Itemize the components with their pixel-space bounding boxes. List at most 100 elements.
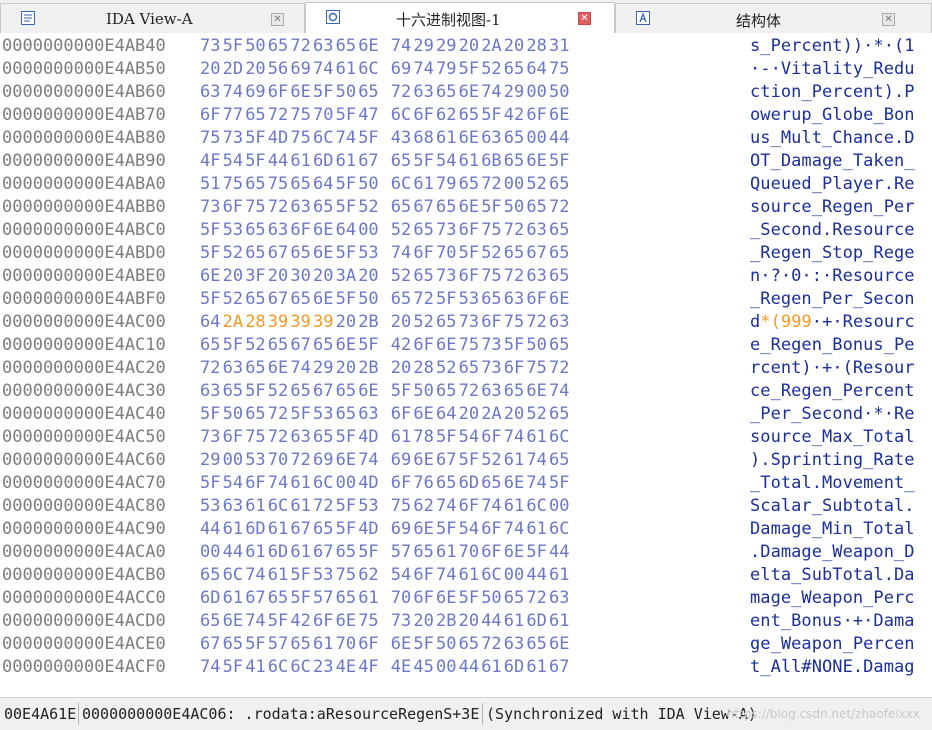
hex-byte[interactable]: 5F [336,173,356,196]
ascii-text[interactable]: d*(999·+·Resourc [750,311,915,334]
hex-byte[interactable]: 6D [268,541,288,564]
hex-byte[interactable]: 67 [268,288,288,311]
hex-byte[interactable]: 6F [268,81,288,104]
hex-byte[interactable]: 72 [268,196,288,219]
hex-byte[interactable]: 5F [358,127,378,150]
hex-byte[interactable]: 65 [268,334,288,357]
hex-byte[interactable]: 6F [481,426,501,449]
hex-byte[interactable]: 63 [504,288,524,311]
hex-view-panel[interactable]: 0000000000E4AB40 73 5F 50 65 72 63 65 6E 74 29 29 20… [0,33,932,697]
hex-byte[interactable]: 6C [290,656,310,679]
hex-byte[interactable]: 45 [413,656,433,679]
hex-byte[interactable]: 65 [504,380,524,403]
hex-byte[interactable]: 75 [223,173,243,196]
hex-byte[interactable]: 73 [436,265,456,288]
hex-byte[interactable]: 67 [290,518,310,541]
hex-byte[interactable]: 53 [358,242,378,265]
hex-byte[interactable]: 44 [459,656,479,679]
hex-byte[interactable]: 00 [526,81,546,104]
hex-byte[interactable]: 00 [436,656,456,679]
hex-byte[interactable]: 6C [223,564,243,587]
hex-byte[interactable]: 3A [336,265,356,288]
hex-byte[interactable]: 44 [268,150,288,173]
hex-byte[interactable]: 6E [526,150,546,173]
hex-byte[interactable]: 6C [526,495,546,518]
hex-byte[interactable]: 20 [459,610,479,633]
hex-byte[interactable]: 52 [358,196,378,219]
hex-byte[interactable]: 74 [358,449,378,472]
hex-byte[interactable]: 65 [481,472,501,495]
hex-byte[interactable]: 42 [504,104,524,127]
hex-byte[interactable]: 6F [200,104,220,127]
hex-byte[interactable]: 54 [459,426,479,449]
hex-byte[interactable]: 65 [459,104,479,127]
hex-byte[interactable]: 61 [268,564,288,587]
hex-byte[interactable]: 5F [223,334,243,357]
hex-byte[interactable]: 63 [200,380,220,403]
hex-byte[interactable]: 29 [504,81,524,104]
ascii-text[interactable]: Damage_Min_Total [750,518,915,541]
hex-byte[interactable]: 4D [358,472,378,495]
hex-byte[interactable]: 65 [290,380,310,403]
hex-byte[interactable]: 6E [459,81,479,104]
hex-byte[interactable]: 72 [391,81,411,104]
hex-byte[interactable]: 63 [358,403,378,426]
hex-byte[interactable]: 44 [549,541,569,564]
hex-byte[interactable]: 5F [549,150,569,173]
hex-byte[interactable]: 65 [223,633,243,656]
hex-byte[interactable]: 63 [223,495,243,518]
hex-byte[interactable]: 20 [504,35,524,58]
hex-byte[interactable]: 67 [549,656,569,679]
hex-byte[interactable]: 52 [268,380,288,403]
hex-byte[interactable]: 52 [526,403,546,426]
hex-byte[interactable]: 65 [459,173,479,196]
hex-byte[interactable]: 5F [268,610,288,633]
hex-byte[interactable]: 6D [313,150,333,173]
hex-byte[interactable]: 61 [526,518,546,541]
hex-byte[interactable]: 6E [413,403,433,426]
ascii-text[interactable]: elta_SubTotal.Da [750,564,915,587]
hex-byte[interactable]: 28 [526,35,546,58]
tab-hex-view-1[interactable]: 十六进制视图-1 ✕ [305,2,615,33]
hex-byte[interactable]: 6F [413,564,433,587]
hex-byte[interactable]: 63 [290,426,310,449]
hex-byte[interactable]: 75 [200,127,220,150]
hex-byte[interactable]: 72 [549,196,569,219]
hex-byte[interactable]: 54 [459,518,479,541]
hex-byte[interactable]: 6C [481,564,501,587]
hex-byte[interactable]: 53 [245,449,265,472]
ascii-text[interactable]: owerup_Globe_Bon [750,104,915,127]
hex-byte[interactable]: 52 [481,449,501,472]
hex-byte[interactable]: 63 [549,311,569,334]
hex-byte[interactable]: 6F [481,541,501,564]
ascii-text[interactable]: source_Regen_Per [750,196,915,219]
hex-byte[interactable]: 4D [358,518,378,541]
hex-byte[interactable]: 6D [459,472,479,495]
hex-byte[interactable]: 6E [413,449,433,472]
hex-byte[interactable]: 5F [245,127,265,150]
hex-byte[interactable]: 79 [436,58,456,81]
hex-byte[interactable]: 72 [504,219,524,242]
hex-byte[interactable]: 65 [313,426,333,449]
hex-byte[interactable]: 4E [391,656,411,679]
hex-byte[interactable]: 23 [313,656,333,679]
hex-byte[interactable]: 65 [268,35,288,58]
hex-byte[interactable]: 72 [526,587,546,610]
hex-byte[interactable]: 6E [526,380,546,403]
hex-byte[interactable]: 5F [336,242,356,265]
hex-byte[interactable]: 5F [200,242,220,265]
hex-byte[interactable]: 50 [223,403,243,426]
hex-byte[interactable]: 61 [223,587,243,610]
hex-byte[interactable]: 5F [481,104,501,127]
hex-byte[interactable]: 39 [313,311,333,334]
hex-byte[interactable]: 70 [436,242,456,265]
hex-byte[interactable]: 65 [526,196,546,219]
hex-byte[interactable]: 69 [391,58,411,81]
hex-byte[interactable]: 69 [391,518,411,541]
hex-byte[interactable]: 5F [200,288,220,311]
hex-byte[interactable]: 6E [504,472,524,495]
hex-byte[interactable]: 39 [268,311,288,334]
hex-byte[interactable]: 65 [413,541,433,564]
hex-byte[interactable]: 75 [245,426,265,449]
hex-byte[interactable]: 6E [549,633,569,656]
